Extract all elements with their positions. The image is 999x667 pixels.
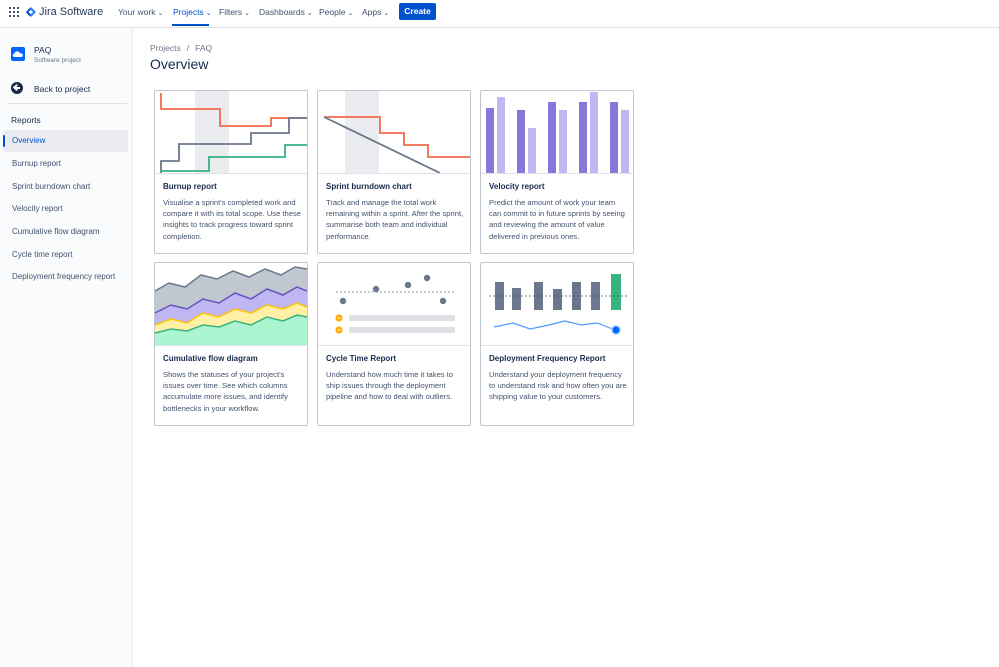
jira-logo[interactable]: Jira Software <box>26 5 103 19</box>
chevron-down-icon: ⌄ <box>205 10 212 17</box>
card-title[interactable]: Burnup report <box>163 182 217 191</box>
deployment-frequency-report-card[interactable]: Deployment Frequency Report Understand y… <box>480 262 634 426</box>
sidebar-item-cumulative-flow-diagram[interactable]: Cumulative flow diagram <box>3 221 128 243</box>
nav-projects[interactable]: Projects ⌄ <box>173 6 212 20</box>
nav-your-work[interactable]: Your work ⌄ <box>118 6 163 20</box>
active-nav-indicator <box>172 24 209 26</box>
card-divider <box>318 345 470 346</box>
card-description: Track and manage the total work remainin… <box>326 198 464 241</box>
chevron-down-icon: ⌄ <box>383 10 390 17</box>
card-title[interactable]: Deployment Frequency Report <box>489 354 605 363</box>
cumulative-flow-diagram-card[interactable]: Cumulative flow diagram Shows the status… <box>154 262 308 426</box>
reports-heading: Reports <box>11 115 41 125</box>
chevron-down-icon: ⌄ <box>157 10 164 17</box>
burndown-illustration <box>323 91 470 173</box>
card-description: Predict the amount of work your team can… <box>489 198 625 241</box>
nav-dashboards-label: Dashboards <box>259 7 305 17</box>
nav-apps[interactable]: Apps ⌄ <box>362 6 389 20</box>
velocity-report-card[interactable]: Velocity report Predict the amount of wo… <box>480 90 634 254</box>
card-divider <box>318 173 470 174</box>
sprint-burndown-chart-card[interactable]: Sprint burndown chart Track and manage t… <box>317 90 471 254</box>
nav-apps-label: Apps <box>362 7 382 17</box>
velocity-illustration <box>486 92 629 173</box>
nav-people-label: People <box>319 7 346 17</box>
jira-icon <box>26 6 36 17</box>
chevron-down-icon: ⌄ <box>347 10 354 17</box>
breadcrumb: Projects / FAQ <box>150 43 212 53</box>
cycle-time-report-card[interactable]: Cycle Time Report Understand how much ti… <box>317 262 471 426</box>
sidebar-item-sprint-burndown-chart[interactable]: Sprint burndown chart <box>3 176 128 198</box>
nav-people[interactable]: People ⌄ <box>319 6 353 20</box>
chevron-down-icon: ⌄ <box>244 10 251 17</box>
sidebar-item-velocity-report[interactable]: Velocity report <box>3 198 128 220</box>
card-description: Visualise a sprint's completed work and … <box>163 198 302 241</box>
nav-projects-label: Projects <box>173 7 204 17</box>
top-navigation: Jira Software Your work ⌄ Projects ⌄ Filte… <box>0 0 999 28</box>
breadcrumb-project[interactable]: FAQ <box>195 43 212 53</box>
breadcrumb-projects[interactable]: Projects <box>150 43 181 53</box>
card-divider <box>481 173 633 174</box>
card-divider <box>155 345 307 346</box>
project-name[interactable]: PAQ <box>34 45 51 55</box>
card-divider <box>155 173 307 174</box>
app-switcher-icon[interactable] <box>9 7 19 17</box>
card-title[interactable]: Velocity report <box>489 182 545 191</box>
card-title[interactable]: Cycle Time Report <box>326 354 396 363</box>
deployment-frequency-illustration <box>489 274 627 335</box>
project-type: Software project <box>34 57 81 64</box>
burnup-report-card[interactable]: Burnup report Visualise a sprint's compl… <box>154 90 308 254</box>
chevron-down-icon: ⌄ <box>306 10 313 17</box>
nav-dashboards[interactable]: Dashboards ⌄ <box>259 6 313 20</box>
card-description: Shows the statuses of your project's iss… <box>163 370 288 413</box>
sidebar-item-burnup-report[interactable]: Burnup report <box>3 153 128 175</box>
sidebar-item-cycle-time-report[interactable]: Cycle time report <box>3 244 128 266</box>
nav-filters[interactable]: Filters ⌄ <box>219 6 250 20</box>
nav-your-work-label: Your work <box>118 7 156 17</box>
sidebar-divider <box>8 103 127 104</box>
cumulative-flow-illustration <box>155 266 307 345</box>
back-to-project-link[interactable]: Back to project <box>34 84 90 94</box>
nav-filters-label: Filters <box>219 7 243 17</box>
cycle-time-illustration <box>335 274 456 334</box>
back-arrow-icon[interactable] <box>11 82 23 94</box>
sidebar-item-deployment-frequency-report[interactable]: Deployment frequency report <box>3 266 128 288</box>
burnup-illustration <box>160 91 307 173</box>
cloud-icon <box>12 51 23 57</box>
card-description: Understand your deployment frequency to … <box>489 370 627 402</box>
page-title: Overview <box>150 56 209 72</box>
breadcrumb-separator: / <box>186 43 190 53</box>
card-title[interactable]: Sprint burndown chart <box>326 182 412 191</box>
project-sidebar: PAQ Software project Back to project Rep… <box>0 28 133 667</box>
card-description: Understand how much time it takes to shi… <box>326 370 454 402</box>
card-divider <box>481 345 633 346</box>
card-title[interactable]: Cumulative flow diagram <box>163 354 258 363</box>
sidebar-item-overview[interactable]: Overview <box>3 130 128 152</box>
product-name: Jira Software <box>39 6 104 18</box>
project-avatar[interactable] <box>11 47 25 61</box>
create-button[interactable]: Create <box>399 3 436 20</box>
